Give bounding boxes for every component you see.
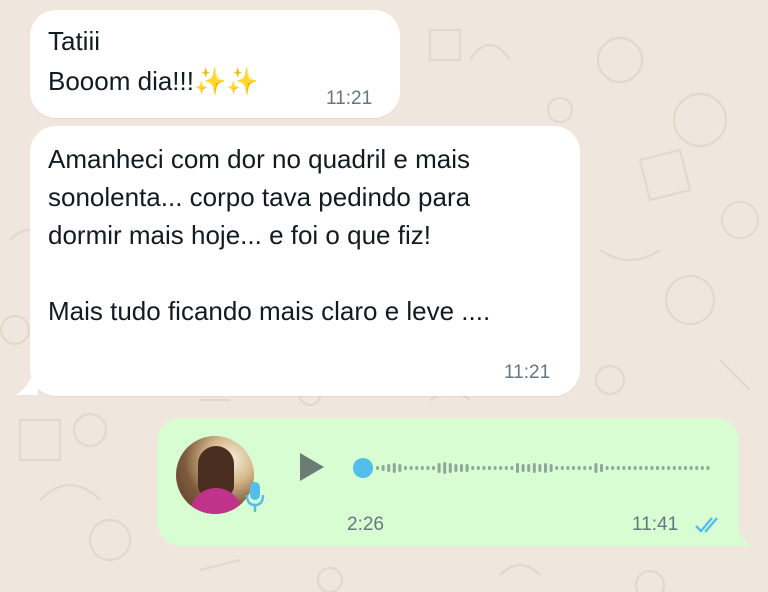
message-body: Amanheci com dor no quadril e mais sonol… [48,144,491,326]
waveform-bar [622,466,626,470]
waveform-bar [628,466,631,470]
waveform-bar [549,464,553,472]
waveform-bar [426,466,430,470]
waveform-bar [381,465,385,471]
waveform-bar [650,466,654,470]
message-timestamp: 11:41 [632,514,679,535]
voice-duration: 2:26 [347,514,384,535]
message-bubble-update[interactable]: Amanheci com dor no quadril e mais sonol… [30,126,580,396]
waveform-bar [460,464,463,472]
waveform-bar [499,466,503,470]
waveform-bar [661,466,665,470]
waveform-bar [700,466,704,470]
waveform-bar [432,466,435,470]
message-timestamp: 11:21 [326,88,373,109]
waveform-bar [689,466,693,470]
waveform-bar [387,464,391,472]
waveform-bar [572,466,575,470]
waveform-bar [656,466,659,470]
waveform-bar [448,463,452,473]
audio-waveform-slider[interactable] [352,456,714,480]
waveform-bar [376,466,379,470]
waveform-bar [516,463,519,473]
bubble-tail [736,530,752,546]
waveform-bar [577,466,581,470]
message-line-name: Tatiii [48,26,101,56]
waveform-bar [454,464,458,472]
waveform-bar [510,466,514,470]
waveform-bar [594,463,598,473]
waveform-bar [404,466,407,470]
waveform-bar [398,464,402,472]
waveform-bar [583,466,587,470]
waveform-bar [633,466,637,470]
sender-avatar[interactable] [176,436,254,514]
waveform-bar [527,464,531,472]
waveform-playhead[interactable] [353,458,373,478]
waveform-bar [409,466,413,470]
waveform-bar [532,463,536,473]
waveform-bar [588,466,592,470]
waveform-bar [465,464,469,472]
waveform-bar [616,466,620,470]
bubble-tail [16,375,38,395]
waveform-bar [600,464,603,472]
waveform-bar [482,466,486,470]
waveform-bar [639,466,643,470]
waveform-bar [415,466,419,470]
waveform-bar [443,462,447,474]
waveform-bar [437,463,441,473]
message-timestamp: 11:21 [504,362,551,383]
waveform-bar [560,466,564,470]
waveform-bar [476,466,480,470]
message-line-greeting: Booom dia!!!✨✨ [48,66,259,96]
waveform-bar [695,466,699,470]
waveform-bar [521,464,525,472]
waveform-bar [667,466,671,470]
waveform-bar [644,466,648,470]
waveform-bar [538,464,542,472]
microphone-icon [245,482,265,512]
message-bubble-greeting[interactable]: Tatiii Booom dia!!!✨✨ 11:21 [30,10,400,118]
waveform-bar [471,466,475,470]
waveform-bar [605,466,609,470]
play-icon[interactable] [296,450,328,484]
waveform-bar [392,463,396,473]
waveform-bar [678,466,682,470]
waveform-bar [706,466,710,470]
waveform-bar [566,466,570,470]
waveform-bar [544,463,547,473]
waveform-bar [493,466,497,470]
waveform-bar [684,466,687,470]
double-check-read-icon [695,517,718,533]
waveform-bar [611,466,615,470]
waveform-bar [420,466,424,470]
waveform-bar [488,466,491,470]
waveform-bar [504,466,508,470]
waveform-bar [672,466,676,470]
waveform-bar [555,466,559,470]
